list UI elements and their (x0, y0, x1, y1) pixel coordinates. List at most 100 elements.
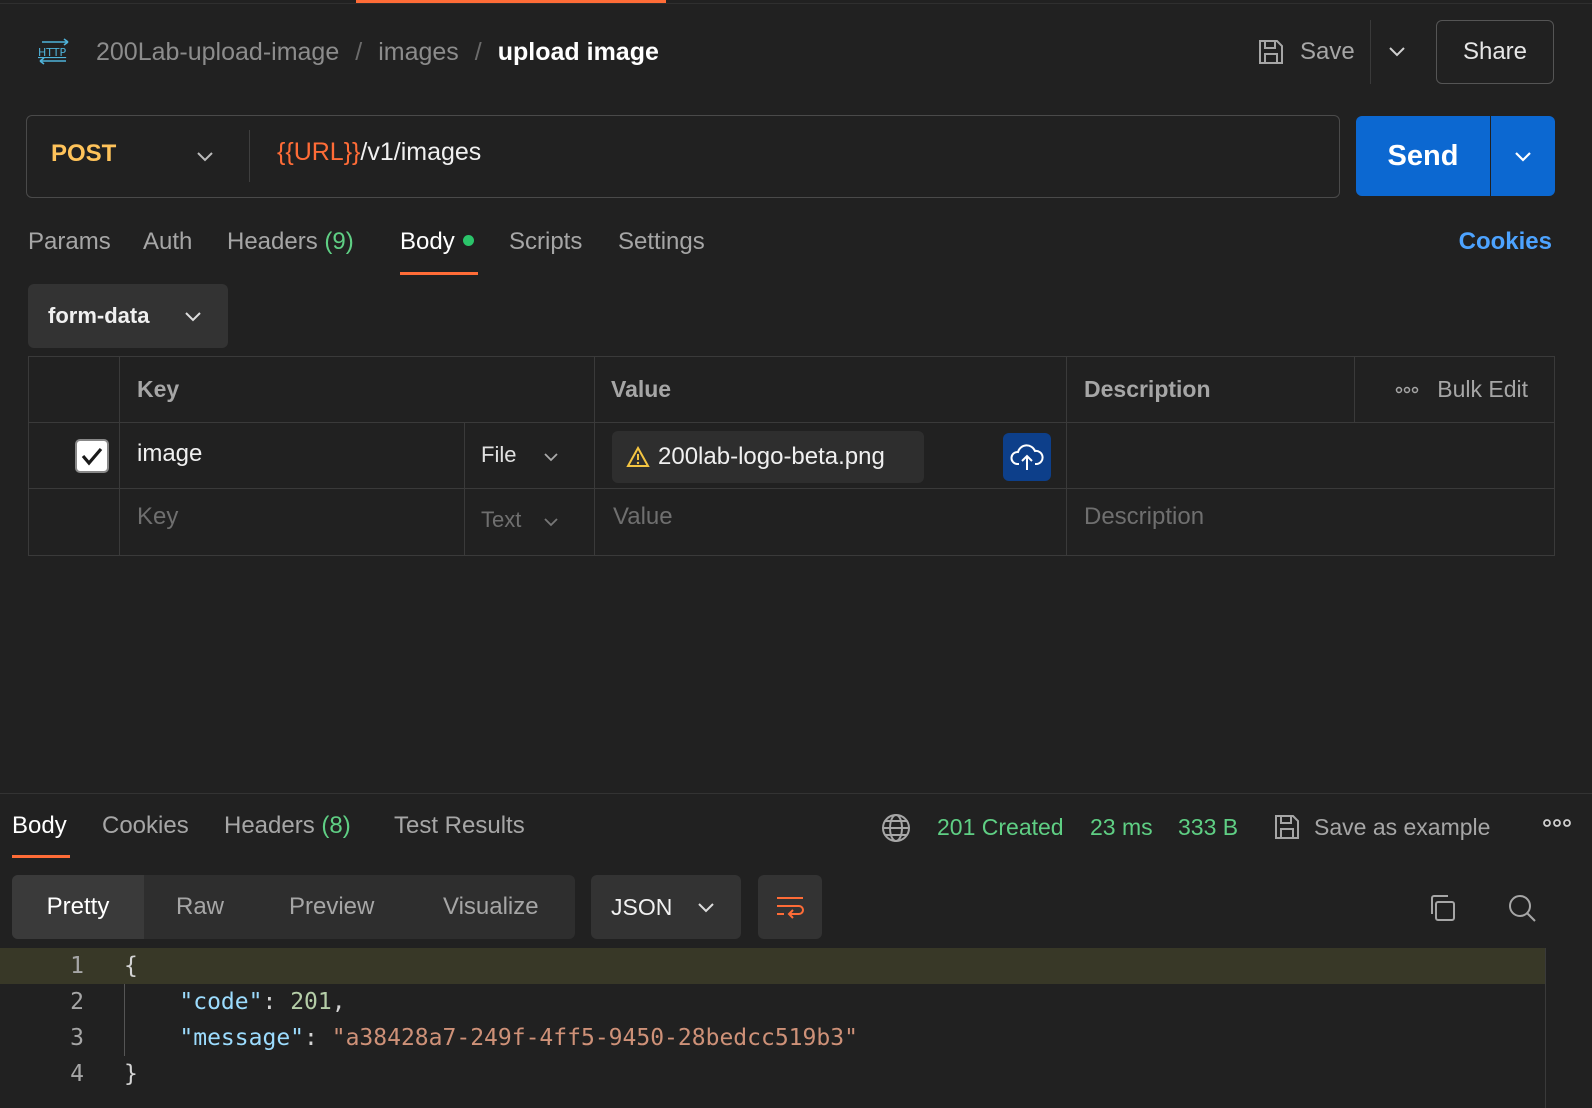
http-icon: HTTP (38, 38, 69, 65)
save-button[interactable]: Save (1256, 28, 1355, 76)
response-headers-count: (8) (321, 812, 351, 839)
cookies-link[interactable]: Cookies (1459, 228, 1552, 256)
new-value-input[interactable]: Value (613, 503, 673, 531)
column-key-header: Key (137, 376, 180, 402)
new-key-input[interactable]: Key (137, 503, 178, 531)
breadcrumb-folder[interactable]: images (378, 38, 459, 67)
tab-body[interactable]: Body (400, 228, 474, 256)
globe-icon[interactable] (880, 812, 912, 844)
request-header: HTTP 200Lab-upload-image / images / uplo… (0, 20, 1592, 84)
wrap-lines-button[interactable] (758, 875, 822, 939)
column-divider (464, 423, 465, 488)
body-type-label: form-data (48, 303, 150, 328)
upload-file-button[interactable] (1003, 433, 1051, 481)
row-enabled-checkbox[interactable] (75, 439, 109, 473)
line-number: 2 (70, 989, 84, 1015)
save-icon (1259, 40, 1283, 64)
editor-scroll-gutter[interactable] (1545, 948, 1546, 1108)
save-divider (1370, 20, 1371, 84)
code-line: 3 "message": "a38428a7-249f-4ff5-9450-28… (0, 1020, 1545, 1056)
response-time[interactable]: 23 ms (1090, 814, 1153, 841)
view-mode-preview[interactable]: Preview (289, 875, 374, 939)
share-button[interactable]: Share (1436, 20, 1554, 84)
view-mode-visualize[interactable]: Visualize (443, 875, 539, 939)
tab-scripts[interactable]: Scripts (509, 228, 582, 256)
breadcrumb-collection[interactable]: 200Lab-upload-image (96, 38, 339, 67)
save-as-example-button[interactable]: Save as example (1272, 812, 1490, 842)
chevron-down-icon[interactable] (1386, 40, 1408, 62)
chevron-down-icon (185, 312, 201, 322)
warning-icon (626, 446, 650, 467)
response-divider (0, 793, 1592, 794)
method-select[interactable]: POST (51, 140, 116, 168)
chevron-down-icon[interactable] (193, 144, 217, 168)
tab-body-label: Body (400, 228, 455, 255)
breadcrumb-separator: / (474, 38, 482, 66)
url-input[interactable]: {{URL}}/v1/images (277, 138, 481, 167)
active-tab-indicator (400, 272, 478, 275)
line-number: 3 (70, 1025, 84, 1051)
code-text: "message": "a38428a7-249f-4ff5-9450-28be… (179, 1025, 858, 1051)
chevron-down-icon (698, 903, 714, 913)
new-type-select[interactable]: Text (481, 507, 521, 533)
file-chip[interactable]: 200lab-logo-beta.png (612, 431, 924, 483)
request-tabs: Params Auth Headers (9) Body Scripts Set… (28, 226, 1552, 276)
more-icon[interactable] (1395, 386, 1419, 394)
more-icon[interactable] (1542, 818, 1572, 828)
response-tab-test-results[interactable]: Test Results (394, 812, 525, 840)
send-options-button[interactable] (1491, 116, 1555, 196)
copy-icon[interactable] (1426, 892, 1458, 924)
breadcrumb: 200Lab-upload-image / images / upload im… (96, 38, 659, 67)
breadcrumb-separator: / (355, 38, 363, 66)
code-text: { (124, 953, 138, 979)
chevron-down-icon[interactable] (541, 512, 561, 532)
save-label: Save (1300, 38, 1355, 65)
tab-settings[interactable]: Settings (618, 228, 705, 256)
row-key[interactable]: image (137, 440, 202, 468)
headers-count: (9) (324, 228, 354, 255)
response-meta: 201 Created 23 ms 333 B Save as example (880, 812, 1572, 846)
status-badge[interactable]: 201 Created (937, 814, 1064, 841)
new-description-input[interactable]: Description (1084, 503, 1204, 531)
response-tab-headers[interactable]: Headers (8) (224, 812, 351, 840)
table-row: image File 200lab-logo-beta.png (29, 423, 1554, 489)
response-code-editor[interactable]: 1 { 2 "code": 201, 3 "message": "a38428a… (0, 948, 1592, 1108)
wrap-lines-icon (777, 897, 804, 919)
json-key: "code" (179, 989, 263, 1015)
chevron-down-icon[interactable] (541, 447, 561, 467)
tab-params[interactable]: Params (28, 228, 111, 256)
send-button[interactable]: Send (1356, 116, 1490, 196)
code-text: "code": 201, (179, 989, 346, 1015)
response-tab-body[interactable]: Body (12, 812, 67, 840)
format-label: JSON (611, 893, 673, 920)
svg-text:HTTP: HTTP (38, 46, 67, 59)
search-icon[interactable] (1506, 892, 1538, 924)
json-string: "a38428a7-249f-4ff5-9450-28bedcc519b3" (331, 1025, 858, 1051)
cloud-upload-icon (1010, 444, 1044, 470)
row-type-select[interactable]: File (481, 442, 516, 468)
view-mode-raw[interactable]: Raw (176, 875, 224, 939)
bulk-edit-button[interactable]: Bulk Edit (1437, 376, 1528, 403)
view-mode-segmented-control: Pretty Raw Preview Visualize (12, 875, 575, 939)
table-header-row: Key Value Description Bulk Edit (29, 357, 1554, 423)
response-size[interactable]: 333 B (1178, 814, 1238, 841)
top-divider (0, 3, 1592, 4)
view-mode-pretty[interactable]: Pretty (12, 875, 144, 939)
code-text: } (124, 1061, 138, 1087)
format-select[interactable]: JSON (591, 875, 741, 939)
bulk-edit-group: Bulk Edit (1395, 376, 1528, 403)
url-path: /v1/images (360, 138, 482, 166)
form-data-table: Key Value Description Bulk Edit image Fi… (28, 356, 1555, 556)
code-line: 2 "code": 201, (0, 984, 1545, 1020)
line-number: 4 (70, 1061, 84, 1087)
tab-headers-label: Headers (227, 228, 318, 255)
save-icon (1275, 815, 1299, 839)
tab-headers[interactable]: Headers (9) (227, 228, 354, 256)
column-divider (1354, 357, 1355, 422)
file-name: 200lab-logo-beta.png (658, 443, 885, 470)
request-name[interactable]: upload image (498, 38, 659, 67)
response-tab-cookies[interactable]: Cookies (102, 812, 189, 840)
url-variable: {{URL}} (277, 138, 361, 166)
body-type-select[interactable]: form-data (28, 284, 228, 348)
tab-auth[interactable]: Auth (143, 228, 192, 256)
